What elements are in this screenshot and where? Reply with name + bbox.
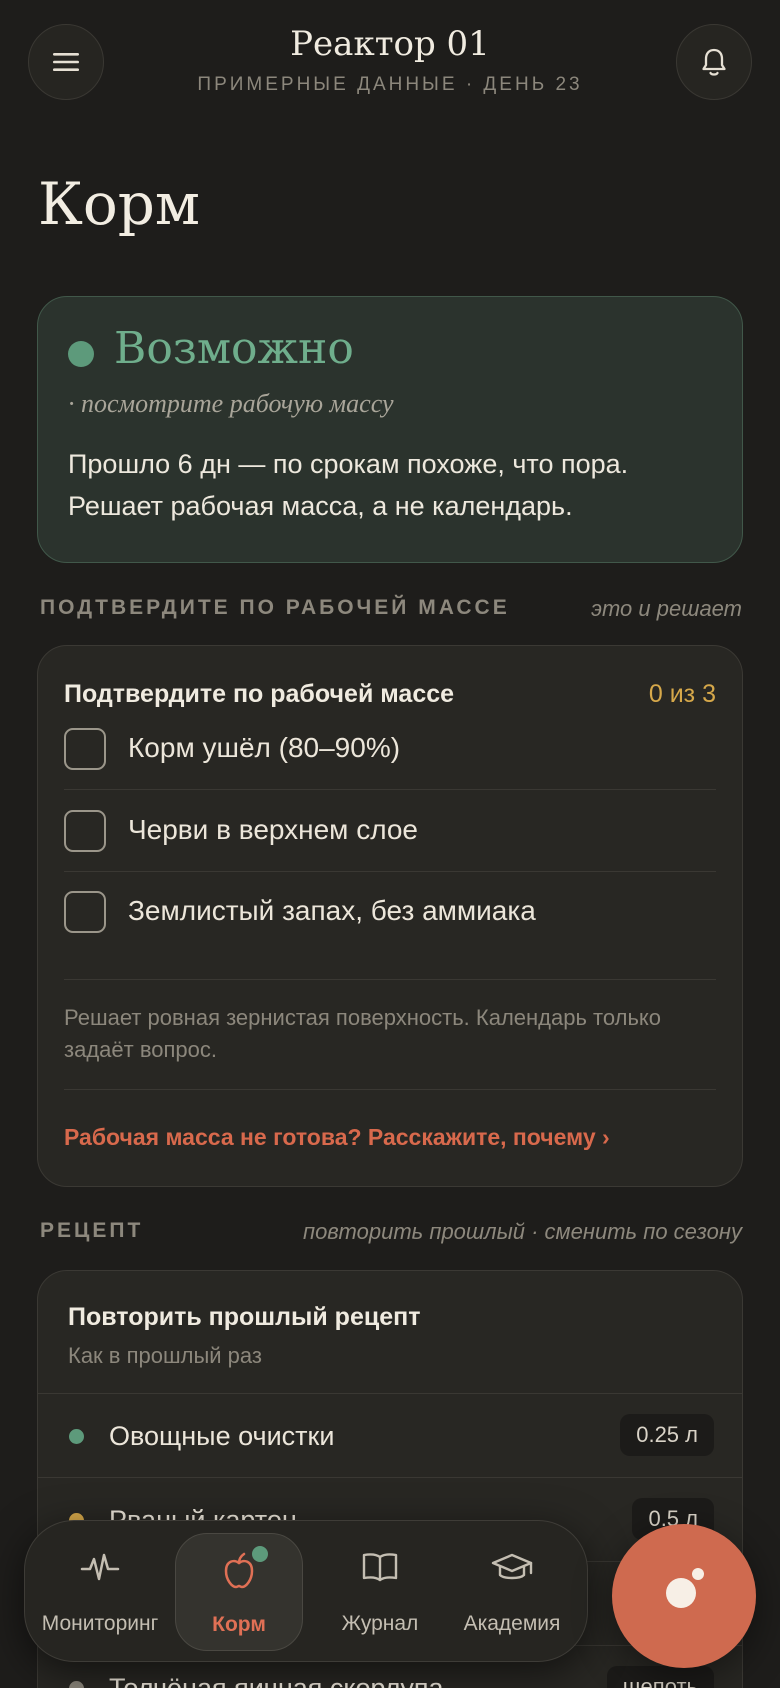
- title-block: Реактор 01 ПРИМЕРНЫЕ ДАННЫЕ · ДЕНЬ 23: [0, 24, 780, 96]
- checkbox[interactable]: [64, 810, 106, 852]
- bell-icon: [702, 48, 726, 76]
- checklist-item[interactable]: Землистый запах, без аммиака: [64, 871, 716, 953]
- notifications-button[interactable]: [676, 24, 752, 100]
- status-text: Прошло 6 дн — по срокам похоже, что пора…: [68, 449, 629, 521]
- checklist-item-label: Землистый запах, без аммиака: [128, 895, 536, 926]
- status-word: Возможно: [114, 323, 354, 374]
- checklist-title: Подтвердите по рабочей массе: [64, 680, 455, 708]
- nav-label: Мониторинг: [41, 1612, 159, 1635]
- app-title: Реактор 01: [290, 24, 490, 64]
- nav-badge-dot: [252, 1546, 268, 1562]
- checklist-item-label: Черви в верхнем слое: [128, 814, 419, 845]
- recipe-subtitle: Как в прошлый раз: [68, 1343, 262, 1368]
- section-label: РЕЦЕПТ: [40, 1219, 144, 1242]
- checkbox[interactable]: [64, 891, 106, 933]
- status-card: Возможно · посмотрите рабочую массу Прош…: [37, 296, 743, 563]
- ingredient-dot: [69, 1429, 84, 1444]
- app-subtitle: ПРИМЕРНЫЕ ДАННЫЕ · ДЕНЬ 23: [197, 74, 583, 95]
- nav-item-feed[interactable]: Корм: [175, 1533, 303, 1651]
- nav-item-monitoring[interactable]: Мониторинг: [35, 1521, 165, 1663]
- book-icon: [362, 1553, 398, 1582]
- status-hint: · посмотрите рабочую массу: [68, 389, 394, 418]
- worm-ball-icon: [666, 1578, 696, 1608]
- checklist-item-label: Корм ушёл (80–90%): [128, 732, 401, 763]
- bottom-navigation: Мониторинг Корм Журнал Академия: [24, 1520, 588, 1662]
- checklist-card: Подтвердите по рабочей массе 0 из 3 Корм…: [37, 645, 743, 1187]
- nav-label: Корм: [212, 1613, 266, 1636]
- ingredient-label: Толчёная яичная скорлупа: [109, 1673, 444, 1688]
- status-dot: [68, 341, 94, 367]
- pulse-icon: [80, 1553, 120, 1581]
- ingredient-row: Овощные очистки 0.25 л: [38, 1393, 742, 1477]
- ingredient-dot: [69, 1681, 84, 1688]
- section-label: ПОДТВЕРДИТЕ ПО РАБОЧЕЙ МАССЕ: [40, 596, 510, 619]
- recipe-title: Повторить прошлый рецепт: [68, 1303, 421, 1331]
- checklist-item[interactable]: Корм ушёл (80–90%): [64, 708, 716, 790]
- checklist-count: 0 из 3: [648, 680, 716, 708]
- checkbox[interactable]: [64, 728, 106, 770]
- not-ready-link[interactable]: Рабочая масса не готова? Расскажите, поч…: [64, 1124, 610, 1151]
- section-note[interactable]: повторить прошлый · сменить по сезону: [303, 1219, 742, 1245]
- divider: [64, 979, 716, 980]
- worm-ball-icon-spot: [692, 1568, 704, 1580]
- nav-item-academy[interactable]: Академия: [447, 1521, 577, 1663]
- graduation-cap-icon: [491, 1553, 533, 1580]
- nav-item-journal[interactable]: Журнал: [315, 1521, 445, 1663]
- page-title: Корм: [38, 170, 201, 238]
- apple-icon: [224, 1552, 254, 1589]
- top-bar: Реактор 01 ПРИМЕРНЫЕ ДАННЫЕ · ДЕНЬ 23: [0, 0, 780, 130]
- section-note: это и решает: [591, 596, 742, 621]
- floating-action-button[interactable]: [612, 1524, 756, 1668]
- ingredient-quantity: 0.25 л: [620, 1414, 714, 1456]
- nav-label: Журнал: [341, 1612, 419, 1635]
- checklist-note: Решает ровная зернистая поверхность. Кал…: [64, 1005, 662, 1062]
- ingredient-label: Овощные очистки: [109, 1421, 335, 1451]
- checklist-item[interactable]: Черви в верхнем слое: [64, 790, 716, 872]
- divider: [64, 1089, 716, 1090]
- recipe-section-header: РЕЦЕПТ повторить прошлый · сменить по се…: [40, 1219, 742, 1249]
- ingredient-quantity: щепоть: [606, 1666, 714, 1688]
- nav-label: Академия: [463, 1612, 561, 1635]
- confirm-section-header: ПОДТВЕРДИТЕ ПО РАБОЧЕЙ МАССЕ это и решае…: [40, 596, 742, 626]
